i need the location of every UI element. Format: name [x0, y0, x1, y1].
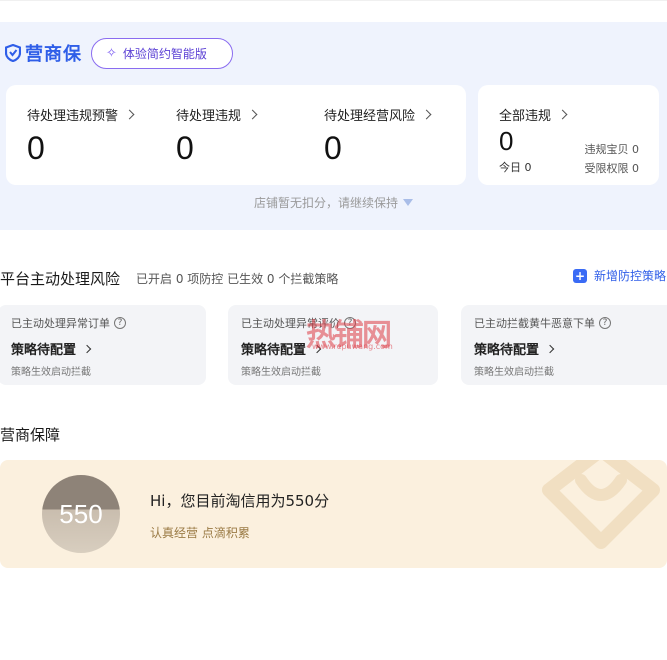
policy-config-link[interactable]: 策略待配置	[474, 339, 555, 358]
policy-link-label: 策略待配置	[241, 343, 307, 358]
triangle-down-icon	[403, 199, 413, 206]
metric-value: 0	[324, 130, 342, 166]
pending-stats-card: 待处理违规预警 0 待处理违规 0 待处理经营风险 0	[6, 85, 466, 185]
top-divider	[0, 0, 667, 1]
risk-section-subtitle: 已开启 0 项防控 已生效 0 个拦截策略	[136, 272, 339, 286]
policy-card: 已主动处理异常订单? 策略待配置 策略生效启动拦截	[0, 305, 206, 385]
brand-name: 营商保	[25, 44, 82, 65]
deduction-notice-text: 店铺暂无扣分，请继续保持	[253, 196, 398, 210]
deduction-notice[interactable]: 店铺暂无扣分，请继续保持	[0, 194, 667, 211]
risk-section-title: 平台主动处理风险	[0, 270, 121, 288]
policy-link-label: 策略待配置	[474, 343, 540, 358]
credit-greeting: Hi，您目前淘信用为550分	[150, 492, 330, 510]
restricted-permissions-count: 受限权限 0	[584, 162, 640, 175]
policy-link-label: 策略待配置	[11, 343, 77, 358]
metric-value: 0	[499, 126, 514, 156]
policy-config-link[interactable]: 策略待配置	[11, 339, 92, 358]
sparkle-icon: ✧	[106, 46, 117, 61]
today-count: 今日 0	[499, 161, 532, 174]
credit-score-value: 550	[59, 498, 103, 529]
smart-version-button[interactable]: ✧ 体验简约智能版	[91, 38, 233, 69]
help-icon[interactable]: ?	[599, 317, 611, 329]
metric-label: 待处理经营风险	[324, 109, 416, 124]
watermark: 热铺网 www.repuwang.com	[306, 310, 393, 354]
page: 营商保 ✧ 体验简约智能版 待处理违规预警 0 待处理违规 0 待处理经营风险 …	[0, 0, 667, 660]
shield-icon	[5, 44, 21, 62]
metric-label: 待处理违规	[176, 109, 242, 124]
metric-value: 0	[27, 130, 45, 166]
chevron-right-icon	[247, 109, 258, 120]
chevron-right-icon	[82, 344, 92, 353]
metric-violation[interactable]: 待处理违规 0	[176, 105, 258, 167]
add-strategy-label: 新增防控策略	[594, 269, 667, 283]
metric-business-risk[interactable]: 待处理经营风险 0	[324, 105, 432, 167]
policy-note: 策略生效启动拦截	[241, 367, 321, 378]
chevron-right-icon	[124, 109, 135, 120]
metric-label: 待处理违规预警	[27, 109, 119, 124]
metric-all-violations[interactable]: 全部违规 0	[499, 105, 568, 157]
metric-value: 0	[176, 130, 194, 166]
policy-note: 策略生效启动拦截	[474, 367, 554, 378]
plus-icon: +	[573, 268, 587, 283]
chevron-right-icon	[557, 109, 568, 120]
credit-tagline: 认真经营 点滴积累	[150, 526, 250, 540]
policy-note: 策略生效启动拦截	[11, 367, 91, 378]
all-violations-card: 全部违规 0 今日 0 违规宝贝 0 受限权限 0	[478, 85, 659, 185]
policy-title: 已主动拦截黄牛恶意下单	[474, 317, 595, 330]
shield-decoration-icon	[542, 460, 660, 549]
chevron-right-icon	[545, 344, 555, 353]
metric-violation-warning[interactable]: 待处理违规预警 0	[27, 105, 135, 167]
credit-score-badge: 550	[42, 475, 120, 553]
guarantee-section-title: 营商保障	[0, 426, 61, 444]
policy-card: 已主动拦截黄牛恶意下单? 策略待配置 策略生效启动拦截	[461, 305, 667, 385]
chevron-right-icon	[421, 109, 432, 120]
violation-items-count: 违规宝贝 0	[584, 143, 640, 156]
policy-title: 已主动处理异常订单	[11, 317, 110, 330]
add-strategy-button[interactable]: + 新增防控策略	[573, 267, 666, 284]
credit-score-banner: 550 Hi，您目前淘信用为550分 认真经营 点滴积累	[0, 460, 667, 568]
help-icon[interactable]: ?	[114, 317, 126, 329]
smart-version-label: 体验简约智能版	[122, 47, 207, 61]
brand: 营商保	[5, 40, 82, 66]
metric-label: 全部违规	[499, 109, 552, 124]
watermark-url: www.repuwang.com	[312, 342, 393, 351]
